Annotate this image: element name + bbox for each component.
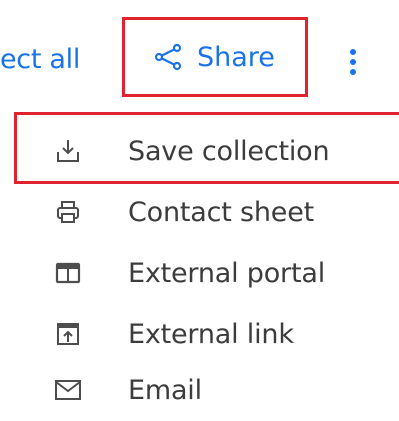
share-icon bbox=[154, 43, 182, 71]
open-in-new-icon bbox=[54, 320, 82, 348]
web-asset-icon bbox=[54, 259, 82, 287]
share-menu: Save collection Contact sheet External p… bbox=[0, 114, 399, 408]
menu-item-external-link[interactable]: External link bbox=[0, 303, 399, 365]
download-icon bbox=[54, 137, 82, 165]
menu-item-label: Email bbox=[128, 374, 202, 406]
menu-item-contact-sheet[interactable]: Contact sheet bbox=[0, 181, 399, 243]
menu-item-label: Save collection bbox=[128, 135, 330, 167]
share-label: Share bbox=[197, 41, 275, 73]
more-options-button[interactable] bbox=[341, 42, 365, 82]
menu-item-email[interactable]: Email bbox=[0, 359, 399, 421]
menu-item-save-collection[interactable]: Save collection bbox=[0, 120, 399, 182]
menu-item-label: External portal bbox=[128, 257, 325, 289]
menu-item-external-portal[interactable]: External portal bbox=[0, 242, 399, 304]
print-icon bbox=[54, 198, 82, 226]
toolbar: ect all Share bbox=[0, 0, 399, 110]
share-button[interactable]: Share bbox=[122, 17, 308, 97]
select-all-button[interactable]: ect all bbox=[0, 44, 80, 75]
mail-icon bbox=[54, 376, 82, 404]
menu-item-label: Contact sheet bbox=[128, 196, 315, 228]
more-vert-icon bbox=[350, 49, 356, 75]
menu-item-label: External link bbox=[128, 318, 294, 350]
